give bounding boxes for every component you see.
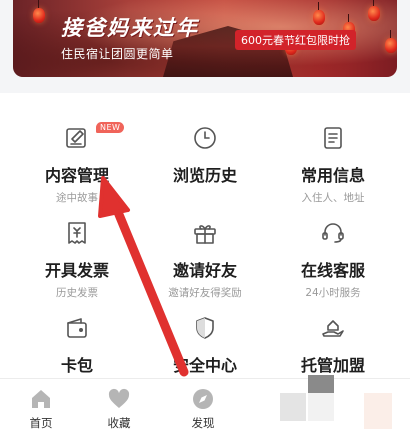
headset-icon bbox=[320, 220, 346, 246]
tab-discover[interactable]: 发现 bbox=[162, 379, 244, 430]
menu-item-invoice[interactable]: 开具发票 历史发票 bbox=[9, 208, 145, 304]
menu-item-online-service[interactable]: 在线客服 24小时服务 bbox=[265, 208, 401, 304]
lantern-icon bbox=[33, 0, 45, 23]
menu-item-subtitle: 入住人、地址 bbox=[301, 192, 365, 204]
shield-icon bbox=[192, 315, 218, 341]
menu-item-title: 在线客服 bbox=[300, 261, 365, 280]
profile-icon bbox=[364, 393, 392, 429]
message-icon bbox=[280, 393, 306, 421]
menu-item-subtitle: 24小时服务 bbox=[305, 287, 361, 299]
menu-item-title: 开具发票 bbox=[44, 261, 109, 280]
menu-item-title: 内容管理 bbox=[44, 166, 109, 185]
clock-icon bbox=[192, 125, 218, 151]
menu-item-title: 常用信息 bbox=[300, 166, 365, 185]
invoice-icon bbox=[64, 220, 90, 246]
menu-item-title: 安全中心 bbox=[172, 356, 237, 375]
tab-home[interactable]: 首页 bbox=[0, 379, 82, 430]
menu-item-title: 浏览历史 bbox=[172, 166, 237, 185]
gift-icon bbox=[192, 220, 218, 246]
tab-label: 发现 bbox=[191, 416, 215, 430]
menu-item-invite-friends[interactable]: 邀请好友 邀请好友得奖励 bbox=[137, 208, 273, 304]
new-badge: NEW bbox=[96, 122, 125, 133]
lantern-icon bbox=[385, 30, 397, 53]
banner-subtitle: 住民宿让团圆更简单 bbox=[61, 47, 174, 61]
promo-banner[interactable]: 接爸妈来过年 住民宿让团圆更简单 600元春节红包限时抢 bbox=[13, 0, 397, 77]
info-list-icon bbox=[320, 125, 346, 151]
menu-item-common-info[interactable]: 常用信息 入住人、地址 bbox=[265, 113, 401, 209]
banner-title: 接爸妈来过年 bbox=[61, 16, 199, 40]
tab-favorites[interactable]: 收藏 bbox=[78, 379, 160, 430]
heart-icon bbox=[108, 388, 130, 408]
menu-item-subtitle: 历史发票 bbox=[56, 287, 98, 299]
banner-promo-tag[interactable]: 600元春节红包限时抢 bbox=[235, 30, 356, 50]
tab-profile[interactable] bbox=[330, 379, 410, 430]
menu-item-browse-history[interactable]: 浏览历史 bbox=[137, 113, 273, 209]
menu-item-title: 卡包 bbox=[60, 356, 93, 375]
compass-icon bbox=[193, 389, 213, 409]
lantern-icon bbox=[368, 0, 380, 21]
tab-label: 收藏 bbox=[107, 416, 131, 430]
edit-document-icon bbox=[64, 125, 90, 151]
house-hand-icon bbox=[320, 315, 346, 341]
bottom-tab-bar: 首页 收藏 发现 bbox=[0, 375, 410, 430]
tab-label: 首页 bbox=[29, 416, 53, 430]
menu-item-title: 邀请好友 bbox=[172, 261, 237, 280]
menu-item-title: 托管加盟 bbox=[300, 356, 365, 375]
menu-item-subtitle: 途中故事 bbox=[56, 192, 98, 204]
tab-messages[interactable] bbox=[246, 375, 334, 430]
wallet-icon bbox=[64, 315, 90, 341]
menu-item-content-management[interactable]: 内容管理 途中故事 bbox=[9, 113, 145, 209]
home-icon bbox=[32, 390, 50, 408]
menu-item-subtitle: 邀请好友得奖励 bbox=[168, 287, 242, 299]
lantern-icon bbox=[313, 2, 325, 25]
